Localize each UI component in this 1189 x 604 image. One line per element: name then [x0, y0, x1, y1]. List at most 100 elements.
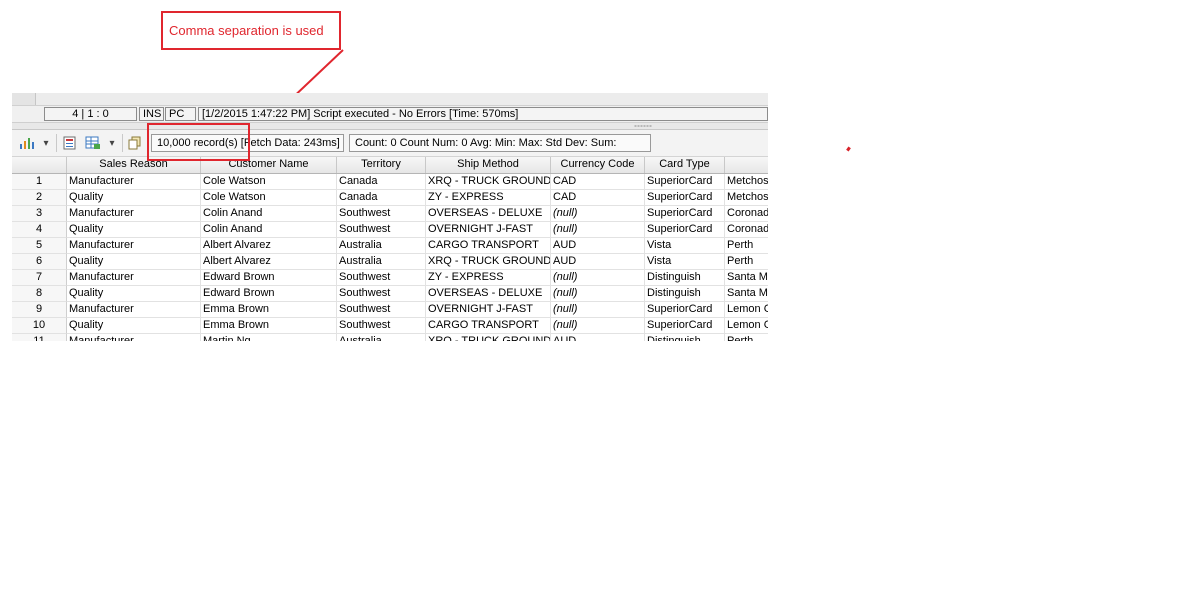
customer-name-header[interactable]: Customer Name — [201, 157, 337, 173]
city-cell[interactable]: Perth — [725, 254, 768, 270]
city-cell[interactable]: Lemon Grove — [725, 318, 768, 334]
currency-code-cell[interactable]: (null) — [551, 318, 645, 334]
chart-icon[interactable] — [17, 134, 37, 152]
territory-cell[interactable]: Australia — [337, 254, 426, 270]
sales-reason-cell[interactable]: Quality — [67, 318, 201, 334]
row-number-header[interactable] — [12, 157, 67, 173]
city-cell[interactable]: Perth — [725, 334, 768, 341]
currency-code-cell[interactable]: CAD — [551, 190, 645, 206]
territory-cell[interactable]: Southwest — [337, 270, 426, 286]
card-type-cell[interactable]: Vista — [645, 238, 725, 254]
card-type-cell[interactable]: Distinguish — [645, 286, 725, 302]
customer-name-cell[interactable]: Cole Watson — [201, 190, 337, 206]
city-cell[interactable]: Lemon Grove — [725, 302, 768, 318]
city-cell[interactable]: Metchosin — [725, 174, 768, 190]
city-cell[interactable]: Coronado — [725, 222, 768, 238]
table-row[interactable]: 7 Manufacturer Edward Brown Southwest ZY - E… — [12, 270, 768, 286]
table-row[interactable]: 1 Manufacturer Cole Watson Canada XRQ - TRUC… — [12, 174, 768, 190]
currency-code-cell[interactable]: (null) — [551, 270, 645, 286]
table-row[interactable]: 9 Manufacturer Emma Brown Southwest OVERNIGH… — [12, 302, 768, 318]
row-number[interactable]: 6 — [12, 254, 67, 270]
ship-method-cell[interactable]: OVERSEAS - DELUXE — [426, 206, 551, 222]
city-cell[interactable]: Santa Monica — [725, 286, 768, 302]
customer-name-cell[interactable]: Cole Watson — [201, 174, 337, 190]
sales-reason-cell[interactable]: Manufacturer — [67, 302, 201, 318]
ship-method-cell[interactable]: OVERSEAS - DELUXE — [426, 286, 551, 302]
sales-reason-cell[interactable]: Manufacturer — [67, 206, 201, 222]
grid-options-icon[interactable] — [83, 134, 103, 152]
ship-method-cell[interactable]: CARGO TRANSPORT — [426, 238, 551, 254]
customer-name-cell[interactable]: Emma Brown — [201, 302, 337, 318]
table-row[interactable]: 6 Quality Albert Alvarez Australia XRQ - TRU… — [12, 254, 768, 270]
territory-cell[interactable]: Australia — [337, 238, 426, 254]
ship-method-cell[interactable]: XRQ - TRUCK GROUND — [426, 334, 551, 341]
card-type-cell[interactable]: Distinguish — [645, 270, 725, 286]
territory-cell[interactable]: Southwest — [337, 318, 426, 334]
sales-reason-cell[interactable]: Manufacturer — [67, 174, 201, 190]
card-type-cell[interactable]: SuperiorCard — [645, 222, 725, 238]
row-number[interactable]: 3 — [12, 206, 67, 222]
city-cell[interactable]: Santa Monica — [725, 270, 768, 286]
sales-reason-cell[interactable]: Quality — [67, 222, 201, 238]
currency-code-cell[interactable]: (null) — [551, 302, 645, 318]
territory-cell[interactable]: Southwest — [337, 302, 426, 318]
territory-cell[interactable]: Southwest — [337, 206, 426, 222]
sales-reason-cell[interactable]: Quality — [67, 286, 201, 302]
row-number[interactable]: 4 — [12, 222, 67, 238]
currency-code-header[interactable]: Currency Code — [551, 157, 645, 173]
customer-name-cell[interactable]: Edward Brown — [201, 286, 337, 302]
pane-handle[interactable] — [12, 93, 36, 105]
ship-method-cell[interactable]: CARGO TRANSPORT — [426, 318, 551, 334]
card-type-header[interactable]: Card Type — [645, 157, 725, 173]
row-number[interactable]: 5 — [12, 238, 67, 254]
row-number[interactable]: 9 — [12, 302, 67, 318]
currency-code-cell[interactable]: AUD — [551, 334, 645, 341]
sales-reason-header[interactable]: Sales Reason — [67, 157, 201, 173]
ship-method-cell[interactable]: XRQ - TRUCK GROUND — [426, 254, 551, 270]
ship-method-cell[interactable]: OVERNIGHT J-FAST — [426, 222, 551, 238]
customer-name-cell[interactable]: Martin Ng — [201, 334, 337, 341]
customer-name-cell[interactable]: Colin Anand — [201, 222, 337, 238]
city-cell[interactable]: Metchosin — [725, 190, 768, 206]
row-number[interactable]: 2 — [12, 190, 67, 206]
card-type-cell[interactable]: SuperiorCard — [645, 190, 725, 206]
city-header[interactable] — [725, 157, 768, 173]
ship-method-cell[interactable]: ZY - EXPRESS — [426, 190, 551, 206]
pane-splitter[interactable] — [12, 123, 768, 130]
customer-name-cell[interactable]: Emma Brown — [201, 318, 337, 334]
chevron-down-icon[interactable]: ▾ — [106, 134, 118, 152]
customer-name-cell[interactable]: Colin Anand — [201, 206, 337, 222]
territory-cell[interactable]: Australia — [337, 334, 426, 341]
table-row[interactable]: 10 Quality Emma Brown Southwest CARGO TRANSP… — [12, 318, 768, 334]
currency-code-cell[interactable]: CAD — [551, 174, 645, 190]
table-row[interactable]: 8 Quality Edward Brown Southwest OVERSEAS - … — [12, 286, 768, 302]
currency-code-cell[interactable]: AUD — [551, 254, 645, 270]
currency-code-cell[interactable]: (null) — [551, 206, 645, 222]
currency-code-cell[interactable]: (null) — [551, 222, 645, 238]
territory-cell[interactable]: Canada — [337, 190, 426, 206]
city-cell[interactable]: Coronado — [725, 206, 768, 222]
table-row[interactable]: 2 Quality Cole Watson Canada ZY - EXPRESS CAD… — [12, 190, 768, 206]
customer-name-cell[interactable]: Edward Brown — [201, 270, 337, 286]
card-type-cell[interactable]: SuperiorCard — [645, 302, 725, 318]
territory-cell[interactable]: Canada — [337, 174, 426, 190]
ship-method-cell[interactable]: OVERNIGHT J-FAST — [426, 302, 551, 318]
chevron-down-icon[interactable]: ▾ — [40, 134, 52, 152]
currency-code-cell[interactable]: AUD — [551, 238, 645, 254]
row-number[interactable]: 11 — [12, 334, 67, 341]
export-icon[interactable] — [61, 134, 81, 152]
table-row[interactable]: 3 Manufacturer Colin Anand Southwest OVERSEA… — [12, 206, 768, 222]
customer-name-cell[interactable]: Albert Alvarez — [201, 254, 337, 270]
card-type-cell[interactable]: SuperiorCard — [645, 318, 725, 334]
territory-cell[interactable]: Southwest — [337, 222, 426, 238]
ship-method-header[interactable]: Ship Method — [426, 157, 551, 173]
sales-reason-cell[interactable]: Manufacturer — [67, 238, 201, 254]
row-number[interactable]: 10 — [12, 318, 67, 334]
ship-method-cell[interactable]: XRQ - TRUCK GROUND — [426, 174, 551, 190]
card-type-cell[interactable]: SuperiorCard — [645, 206, 725, 222]
territory-header[interactable]: Territory — [337, 157, 426, 173]
copy-icon[interactable] — [126, 134, 144, 152]
sales-reason-cell[interactable]: Quality — [67, 190, 201, 206]
ship-method-cell[interactable]: ZY - EXPRESS — [426, 270, 551, 286]
customer-name-cell[interactable]: Albert Alvarez — [201, 238, 337, 254]
